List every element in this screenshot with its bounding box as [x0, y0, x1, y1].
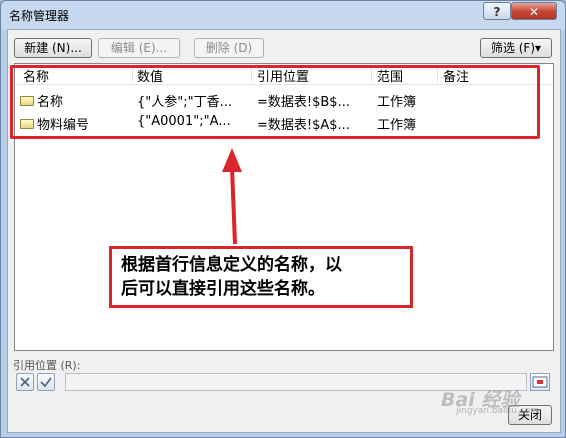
callout-line-1: 根据首行信息定义的名称，以	[121, 255, 342, 275]
annotation-callout: 根据首行信息定义的名称，以 后可以直接引用这些名称。	[109, 246, 413, 308]
callout-line-2: 后可以直接引用这些名称。	[121, 279, 325, 299]
annotation-arrow	[222, 148, 242, 245]
